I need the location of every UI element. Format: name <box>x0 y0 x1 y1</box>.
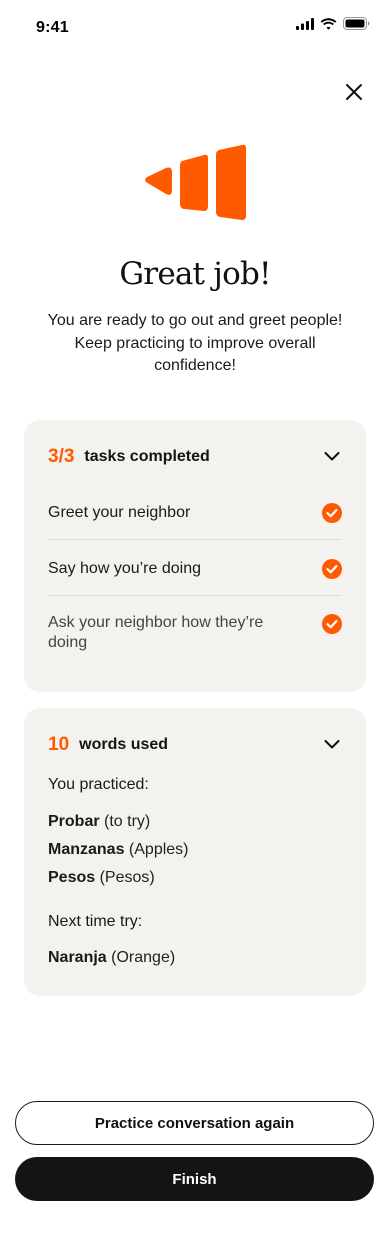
word-item: Manzanas (Apples) <box>48 841 189 859</box>
battery-icon <box>343 17 370 30</box>
tasks-header-label: tasks completed <box>84 448 210 465</box>
task-item: Say how you’re doing <box>48 558 342 580</box>
chevron-down-icon[interactable] <box>322 446 342 466</box>
app-logo-icon <box>145 144 246 220</box>
word-gloss: (Orange) <box>111 949 176 966</box>
words-card: 10 words used You practiced: Probar (to … <box>24 708 366 996</box>
lesson-complete-screen: 9:41 Great job! You are ready to go out … <box>0 0 390 1241</box>
chevron-down-icon[interactable] <box>322 734 342 754</box>
divider <box>48 595 342 596</box>
finish-button[interactable]: Finish <box>15 1157 374 1201</box>
task-label: Greet your neighbor <box>48 504 191 521</box>
word-term: Pesos <box>48 869 96 886</box>
word-item: Probar (to try) <box>48 813 150 831</box>
tasks-card-header[interactable]: 3/3 tasks completed <box>48 446 346 468</box>
next-heading: Next time try: <box>48 913 143 930</box>
wifi-icon <box>320 17 337 30</box>
close-icon <box>346 84 362 100</box>
signal-icon <box>296 17 314 30</box>
tasks-count: 3/3 <box>48 446 75 467</box>
check-circle-icon <box>322 503 342 523</box>
divider <box>48 539 342 540</box>
practice-again-button[interactable]: Practice conversation again <box>15 1101 374 1145</box>
task-label: Ask your neighbor how they’re doing <box>48 614 264 651</box>
word-term: Manzanas <box>48 841 125 858</box>
page-title: Great job! <box>119 256 271 292</box>
word-item: Pesos (Pesos) <box>48 869 155 887</box>
word-gloss: (Apples) <box>128 841 189 858</box>
word-item: Naranja (Orange) <box>48 949 175 967</box>
close-button[interactable] <box>338 76 370 108</box>
words-count: 10 <box>48 734 70 755</box>
words-header-label: words used <box>79 736 169 753</box>
page-subtitle: You are ready to go out and greet people… <box>47 312 343 374</box>
check-circle-icon <box>322 614 342 634</box>
check-circle-icon <box>322 559 342 579</box>
word-gloss: (to try) <box>104 813 151 830</box>
words-card-header[interactable]: 10 words used <box>48 734 346 756</box>
practiced-heading: You practiced: <box>48 776 149 793</box>
word-term: Naranja <box>48 949 107 966</box>
status-time: 9:41 <box>36 19 69 36</box>
status-icons <box>296 17 370 30</box>
status-bar: 9:41 <box>0 0 390 56</box>
task-item: Ask your neighbor how they’re doing <box>48 613 342 653</box>
word-term: Probar <box>48 813 100 830</box>
task-label: Say how you’re doing <box>48 560 201 577</box>
tasks-card: 3/3 tasks completed Greet your neighbor … <box>24 420 366 692</box>
word-gloss: (Pesos) <box>99 869 155 886</box>
task-item: Greet your neighbor <box>48 502 342 524</box>
